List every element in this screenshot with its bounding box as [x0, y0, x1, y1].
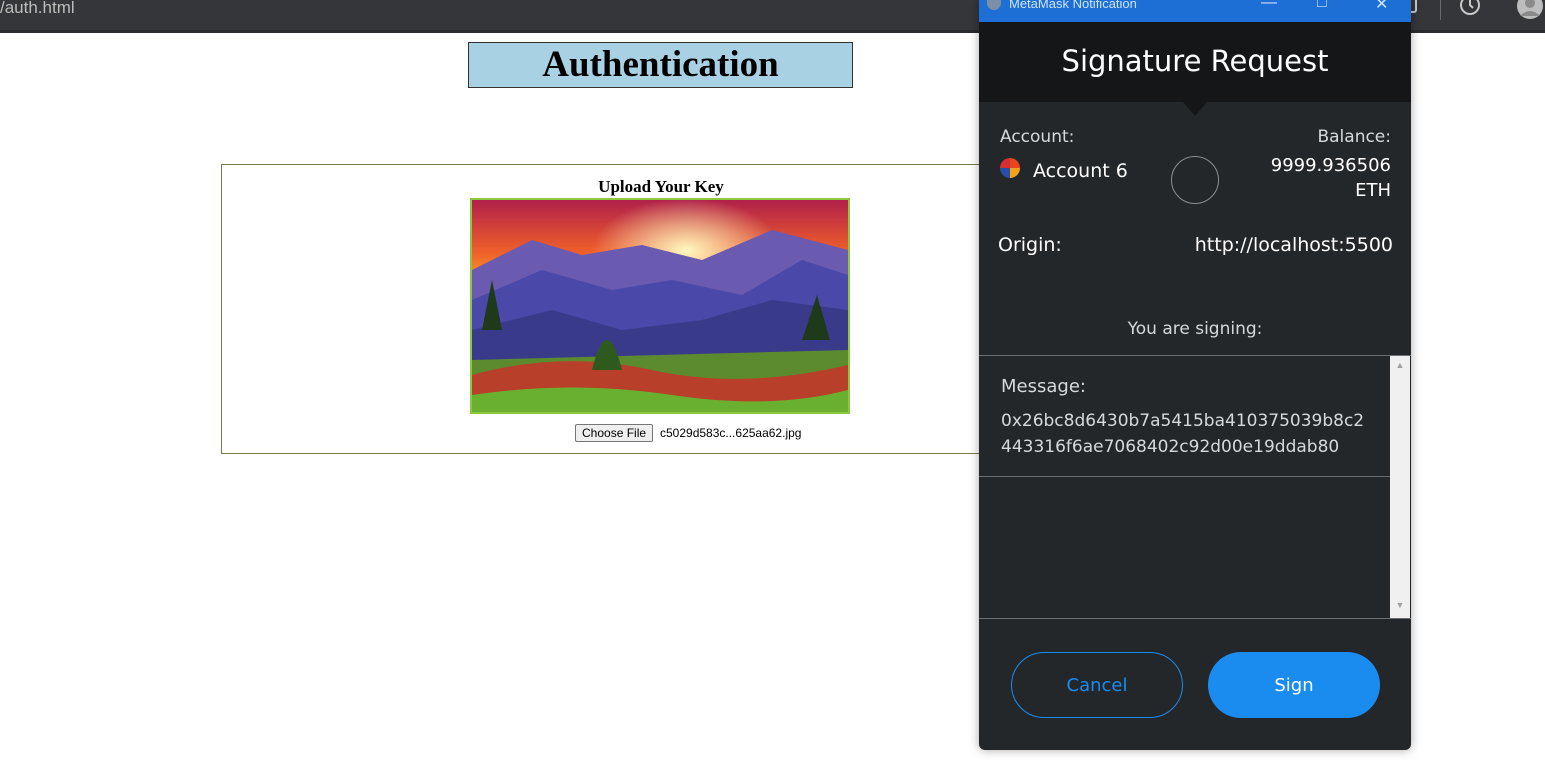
metamask-fox-icon [987, 0, 1001, 10]
metamask-window-title: MetaMask Notification [1009, 0, 1137, 11]
toolbar-divider [1440, 0, 1441, 20]
metamask-titlebar: MetaMask Notification — □ ✕ [979, 0, 1411, 22]
selected-file-name: c5029d583c...625aa62.jpg [660, 426, 802, 440]
maximize-icon[interactable]: □ [1317, 0, 1327, 12]
scroll-down-icon[interactable]: ▼ [1390, 600, 1410, 610]
balance-label: Balance: [1317, 127, 1391, 147]
sign-button[interactable]: Sign [1208, 652, 1380, 718]
page-title: Authentication [468, 42, 853, 88]
choose-file-button[interactable]: Choose File [575, 424, 654, 442]
close-icon[interactable]: ✕ [1375, 0, 1388, 14]
signature-request-title: Signature Request [1061, 44, 1329, 78]
header-notch [1183, 102, 1207, 116]
message-label: Message: [1001, 376, 1086, 397]
signature-header: Signature Request [979, 22, 1411, 102]
balance-amount: 9999.936506 [1270, 155, 1391, 176]
origin-label: Origin: [998, 234, 1062, 256]
history-icon[interactable] [1458, 0, 1482, 23]
profile-icon[interactable] [1515, 0, 1545, 25]
origin-value: http://localhost:5500 [1194, 234, 1393, 256]
identicon [1171, 156, 1219, 204]
scroll-up-icon[interactable]: ▲ [1390, 360, 1410, 370]
account-avatar-icon [1000, 158, 1020, 178]
minimize-icon[interactable]: — [1261, 0, 1277, 12]
message-scrollbar[interactable]: ▲ ▼ [1390, 356, 1410, 618]
upload-heading: Upload Your Key [598, 177, 724, 196]
account-name: Account 6 [1033, 160, 1128, 182]
cancel-button[interactable]: Cancel [1011, 652, 1183, 718]
signing-label: You are signing: [1127, 319, 1263, 339]
balance-unit: ETH [1355, 180, 1391, 201]
account-label: Account: [1000, 127, 1075, 147]
message-panel[interactable]: Message: 0x26bc8d6430b7a5415ba410375039b… [979, 355, 1411, 619]
message-value: 0x26bc8d6430b7a5415ba410375039b8c2443316… [1001, 411, 1365, 457]
address-bar-url[interactable]: /auth.html [0, 0, 75, 18]
metamask-popup: MetaMask Notification — □ ✕ Signature Re… [979, 0, 1411, 750]
key-image-preview [470, 198, 850, 414]
message-divider [979, 476, 1390, 477]
